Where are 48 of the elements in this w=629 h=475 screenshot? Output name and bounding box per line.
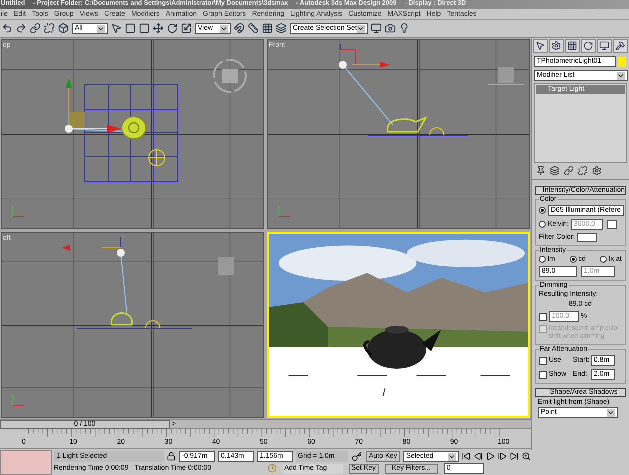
caret-icon bbox=[357, 24, 365, 32]
caret-icon bbox=[607, 408, 615, 416]
caret-icon bbox=[97, 24, 105, 32]
pin-stack-icon[interactable] bbox=[536, 166, 546, 176]
move-icon[interactable] bbox=[153, 23, 164, 34]
kelvin-color-swatch[interactable] bbox=[607, 220, 618, 229]
motion-tab-icon[interactable] bbox=[581, 39, 596, 53]
checkbox[interactable] bbox=[539, 370, 547, 378]
previous-frame-icon[interactable] bbox=[474, 452, 484, 461]
utilities-tab-icon[interactable] bbox=[613, 39, 628, 53]
filter-color-swatch[interactable] bbox=[577, 233, 598, 242]
scale-icon[interactable] bbox=[181, 23, 192, 34]
axis-tripod-icon bbox=[10, 204, 26, 220]
modify-tab-icon[interactable] bbox=[549, 39, 564, 53]
cube-icon[interactable] bbox=[58, 23, 69, 34]
view-cube-icon bbox=[212, 58, 248, 94]
checkbox[interactable] bbox=[539, 312, 547, 320]
go-to-end-icon[interactable] bbox=[510, 452, 520, 461]
display-tab-icon[interactable] bbox=[597, 39, 612, 53]
object-color-swatch[interactable] bbox=[618, 56, 626, 66]
axis-tripod-icon bbox=[10, 393, 26, 409]
unlink-icon[interactable] bbox=[44, 23, 55, 34]
radio-button[interactable] bbox=[539, 207, 546, 214]
create-tab-icon[interactable] bbox=[533, 39, 548, 53]
snap-icon[interactable] bbox=[234, 23, 245, 34]
link-icon[interactable] bbox=[30, 23, 41, 34]
key-icon[interactable] bbox=[351, 452, 363, 462]
rotate-icon[interactable] bbox=[167, 23, 178, 34]
pointer-icon[interactable] bbox=[111, 23, 122, 34]
checkbox[interactable] bbox=[539, 356, 547, 364]
radio-button[interactable] bbox=[600, 256, 608, 263]
hierarchy-tab-icon[interactable] bbox=[565, 39, 580, 53]
caret-icon bbox=[220, 24, 228, 32]
layers-icon[interactable] bbox=[276, 23, 287, 34]
light-icon[interactable] bbox=[399, 23, 410, 34]
caret-icon bbox=[448, 452, 456, 460]
axis-tripod-icon bbox=[276, 204, 292, 220]
radio-button[interactable] bbox=[570, 256, 577, 263]
zoom-icon[interactable] bbox=[522, 452, 532, 461]
caret-icon bbox=[617, 72, 625, 80]
go-to-start-icon[interactable] bbox=[462, 452, 472, 461]
redo-icon[interactable] bbox=[16, 23, 27, 34]
undo-icon[interactable] bbox=[2, 23, 13, 34]
radio-button[interactable] bbox=[539, 221, 546, 228]
play-icon[interactable] bbox=[486, 452, 496, 461]
lock-icon[interactable] bbox=[167, 452, 176, 461]
next-frame-icon[interactable] bbox=[498, 452, 508, 461]
radio-button[interactable] bbox=[539, 256, 546, 263]
